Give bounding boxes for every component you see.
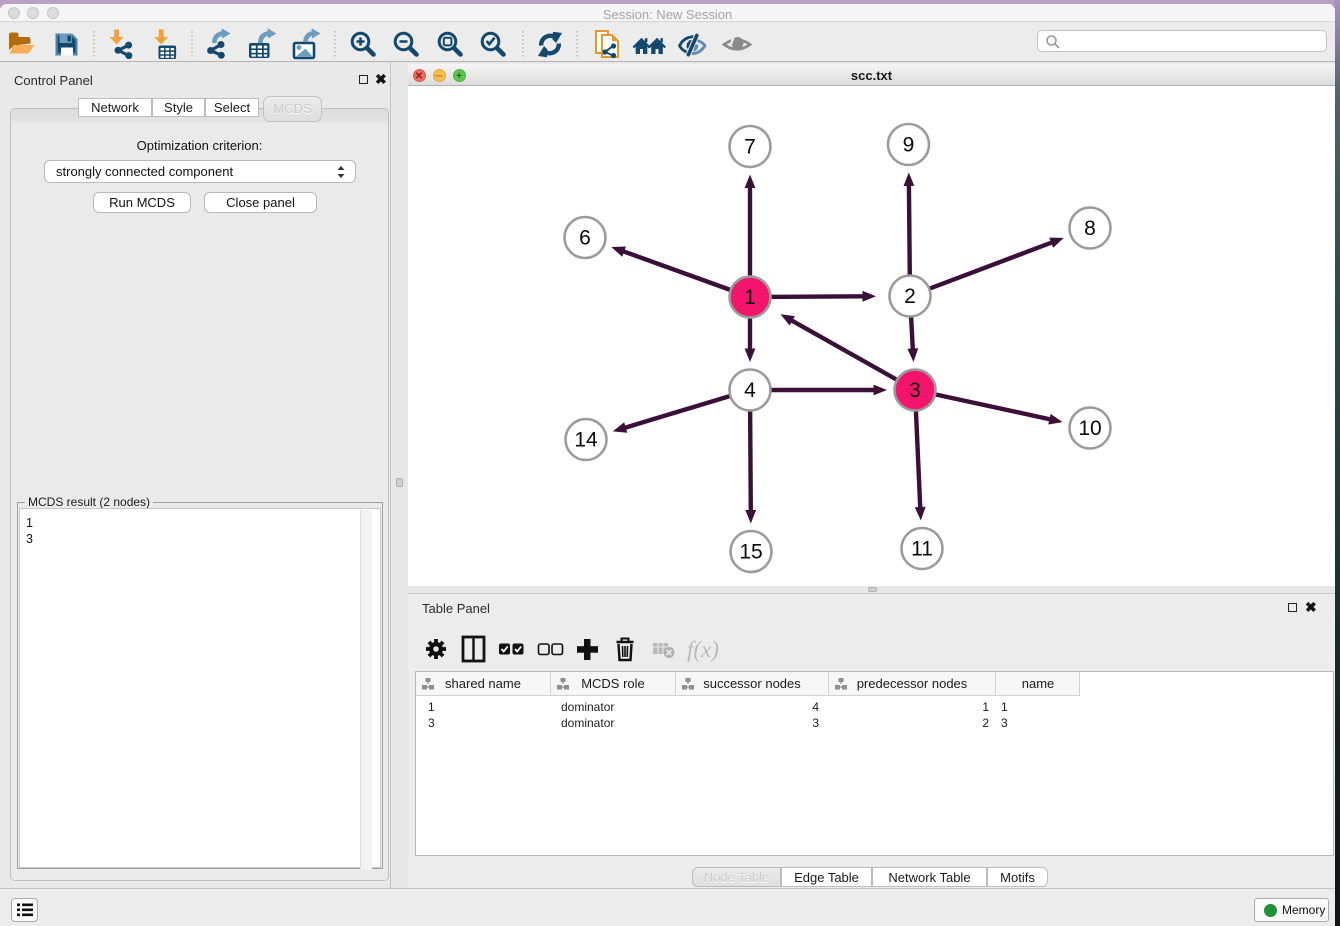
svg-text:1: 1	[744, 286, 756, 309]
svg-text:15: 15	[739, 541, 762, 564]
svg-text:11: 11	[911, 538, 933, 561]
svg-text:10: 10	[1078, 417, 1101, 440]
svg-text:7: 7	[744, 136, 756, 159]
svg-text:6: 6	[579, 227, 591, 250]
svg-text:8: 8	[1084, 217, 1096, 240]
svg-text:4: 4	[744, 379, 756, 402]
svg-text:9: 9	[903, 134, 915, 157]
svg-text:2: 2	[904, 285, 916, 308]
svg-text:f(x): f(x)	[687, 637, 719, 662]
svg-text:3: 3	[909, 379, 921, 402]
svg-text:14: 14	[574, 429, 598, 452]
